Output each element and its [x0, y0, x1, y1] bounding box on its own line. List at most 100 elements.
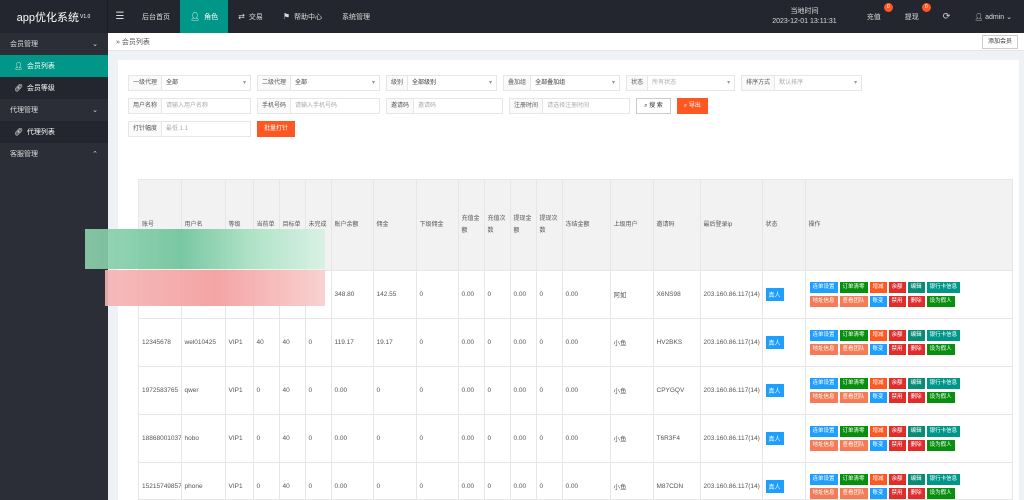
nav-home[interactable]: 后台首页 [132, 0, 180, 33]
row-action-button[interactable]: 银行卡信息 [926, 426, 961, 437]
add-member-button[interactable]: 添加会员 [981, 35, 1018, 49]
table-cell: hobo [181, 413, 226, 462]
row-action-button[interactable]: 删除 [907, 440, 925, 451]
nav-role[interactable]: 👤︎ 角色 [180, 0, 229, 33]
row-action-button[interactable]: 禁用 [888, 440, 906, 451]
recharge-link[interactable]: 充值 0 [855, 2, 893, 22]
menu-toggle-icon[interactable]: ☰ [108, 11, 132, 22]
row-action-button[interactable]: 查看团队 [839, 296, 868, 307]
regtime-input[interactable]: 请选择注册时间 [542, 98, 631, 114]
sidebar-group-cs[interactable]: 客服管理 ⌃ [0, 143, 108, 165]
row-action-button[interactable]: 连单设置 [809, 282, 838, 293]
row-action-button[interactable]: 余额 [888, 474, 906, 486]
refresh-icon[interactable]: ⟳ [931, 11, 963, 22]
row-action-button[interactable]: 地址信息 [809, 296, 838, 307]
status-badge[interactable]: 真人 [765, 479, 784, 493]
row-action-button[interactable]: 删除 [907, 344, 925, 355]
row-action-button[interactable]: 连单设置 [809, 330, 838, 341]
row-action-button[interactable]: 银行卡信息 [926, 330, 961, 341]
row-action-button[interactable]: 增减 [869, 474, 887, 486]
row-action-button[interactable]: 连单设置 [809, 474, 838, 486]
group-select[interactable]: 全部叠加组 ▾ [530, 75, 621, 91]
row-action-button[interactable]: 编辑 [907, 474, 925, 486]
row-action-button[interactable]: 地址信息 [809, 392, 838, 403]
row-action-button[interactable]: 账变 [869, 488, 887, 499]
row-action-button[interactable]: 银行卡信息 [926, 474, 961, 486]
row-action-button[interactable]: 余额 [888, 378, 906, 389]
row-action-button[interactable]: 银行卡信息 [926, 282, 961, 293]
phone-input[interactable]: 请输入手机号码 [290, 98, 381, 114]
withdraw-link[interactable]: 提现 0 [893, 2, 931, 22]
app-logo[interactable]: app优化系统 V1.0 [0, 0, 108, 33]
row-action-button[interactable]: 编辑 [907, 330, 925, 341]
status-badge[interactable]: 真人 [765, 335, 784, 349]
row-action-button[interactable]: 设为假人 [926, 392, 955, 403]
row-action-button[interactable]: 账变 [869, 296, 887, 307]
username-input[interactable]: 请输入用户名称 [161, 98, 252, 114]
row-action-button[interactable]: 删除 [907, 392, 925, 403]
row-action-button[interactable]: 增减 [869, 426, 887, 437]
row-action-button[interactable]: 增减 [869, 330, 887, 341]
row-action-button[interactable]: 订单清零 [839, 426, 868, 437]
row-action-button[interactable]: 编辑 [907, 378, 925, 389]
agent1-select[interactable]: 全部 ▾ [161, 75, 252, 91]
nav-help[interactable]: ⚑ 帮助中心 [273, 0, 332, 33]
pin-input[interactable]: 最低 1.1 [161, 121, 252, 137]
level-select[interactable]: 全部级别 ▾ [407, 75, 498, 91]
row-action-button[interactable]: 查看团队 [839, 392, 868, 403]
row-action-button[interactable]: 设为假人 [926, 296, 955, 307]
row-action-button[interactable]: 账变 [869, 344, 887, 355]
user-menu[interactable]: 👤︎ admin ⌄ [962, 13, 1024, 21]
search-button[interactable]: ⌕ 搜 索 [636, 98, 671, 114]
row-action-button[interactable]: 账变 [869, 440, 887, 451]
row-action-button[interactable]: 增减 [869, 378, 887, 389]
row-action-button[interactable]: 银行卡信息 [926, 378, 961, 389]
status-badge[interactable]: 真人 [765, 431, 784, 445]
sidebar-group-member[interactable]: 会员管理 ⌄ [0, 33, 108, 55]
row-action-button[interactable]: 订单清零 [839, 282, 868, 293]
row-action-button[interactable]: 增减 [869, 282, 887, 293]
row-action-button[interactable]: 订单清零 [839, 330, 868, 341]
row-action-button[interactable]: 设为假人 [926, 488, 955, 499]
nav-system[interactable]: 系统管理 [332, 0, 380, 33]
row-action-button[interactable]: 禁用 [888, 488, 906, 499]
row-action-button[interactable]: 禁用 [888, 296, 906, 307]
row-action-button[interactable]: 查看团队 [839, 440, 868, 451]
export-button[interactable]: ⌕ 导出 [676, 98, 708, 114]
row-action-button[interactable]: 删除 [907, 488, 925, 499]
sort-select[interactable]: 默认排序 ▾ [774, 75, 863, 91]
nav-trade[interactable]: ⇄ 交易 [228, 0, 273, 33]
row-action-button[interactable]: 查看团队 [839, 344, 868, 355]
row-action-button[interactable]: 余额 [888, 426, 906, 437]
sidebar-item-member-level[interactable]: 🔗︎ 会员等级 [0, 77, 108, 99]
row-action-button[interactable]: 设为假人 [926, 440, 955, 451]
sidebar-item-agent-list[interactable]: 🔗︎ 代理列表 [0, 121, 108, 143]
status-badge[interactable]: 真人 [765, 383, 784, 397]
user-icon: 👤︎ [14, 63, 23, 70]
top-bar: app优化系统 V1.0 ☰ 后台首页 👤︎ 角色 ⇄ 交易 ⚑ 帮助中心 系统管理 当… [0, 0, 1024, 33]
agent2-select[interactable]: 全部 ▾ [290, 75, 381, 91]
row-action-button[interactable]: 订单清零 [839, 474, 868, 486]
status-select[interactable]: 所有状态 ▾ [647, 75, 736, 91]
row-action-button[interactable]: 地址信息 [809, 344, 838, 355]
row-action-button[interactable]: 禁用 [888, 392, 906, 403]
row-action-button[interactable]: 编辑 [907, 426, 925, 437]
row-action-button[interactable]: 余额 [888, 282, 906, 293]
row-action-button[interactable]: 地址信息 [809, 488, 838, 499]
sidebar-group-agent[interactable]: 代理管理 ⌄ [0, 99, 108, 121]
row-action-button[interactable]: 地址信息 [809, 440, 838, 451]
row-action-button[interactable]: 连单设置 [809, 378, 838, 389]
row-action-button[interactable]: 删除 [907, 296, 925, 307]
row-action-button[interactable]: 编辑 [907, 282, 925, 293]
row-action-button[interactable]: 账变 [869, 392, 887, 403]
batch-pin-button[interactable]: 批量打针 [257, 121, 296, 137]
status-badge[interactable]: 真人 [765, 287, 784, 301]
row-action-button[interactable]: 禁用 [888, 344, 906, 355]
row-action-button[interactable]: 订单清零 [839, 378, 868, 389]
row-action-button[interactable]: 余额 [888, 330, 906, 341]
row-action-button[interactable]: 查看团队 [839, 488, 868, 499]
row-action-button[interactable]: 设为假人 [926, 344, 955, 355]
row-action-button[interactable]: 连单设置 [809, 426, 838, 437]
invite-input[interactable]: 邀请码 [413, 98, 504, 114]
sidebar-item-member-list[interactable]: 👤︎ 会员列表 [0, 55, 108, 77]
